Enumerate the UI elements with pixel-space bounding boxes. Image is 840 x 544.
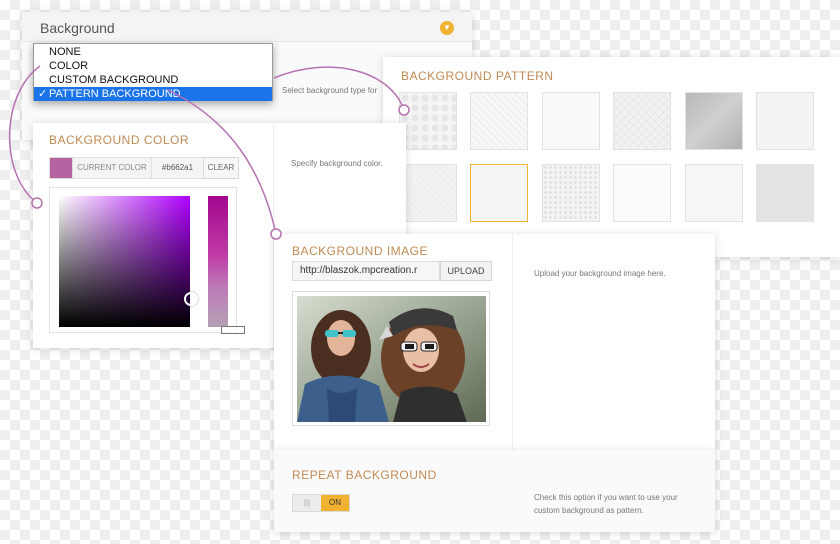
pattern-tile-diagonal-lines-pattern[interactable] <box>470 92 528 150</box>
background-panel-header[interactable]: Background ▼ <box>22 12 472 42</box>
pattern-tile-crosshatch-pattern[interactable] <box>613 92 671 150</box>
repeat-hint-line-2: custom background as pattern. <box>534 506 644 515</box>
dropdown-option-custom-background[interactable]: CUSTOM BACKGROUND <box>34 73 272 87</box>
check-icon: ✓ <box>38 88 48 100</box>
current-color-label: CURRENT COLOR <box>73 157 151 179</box>
dropdown-option-none[interactable]: NONE <box>34 45 272 59</box>
color-picker-handle[interactable] <box>184 292 198 306</box>
chevron-down-icon[interactable]: ▼ <box>440 21 454 35</box>
image-panel: BACKGROUND IMAGE http://blaszok.mpcreati… <box>274 234 715 450</box>
saturation-brightness-square[interactable] <box>59 196 190 327</box>
repeat-panel-title: REPEAT BACKGROUND <box>292 468 437 482</box>
dropdown-option-pattern-background[interactable]: ✓ PATTERN BACKGROUND <box>34 87 272 101</box>
pattern-tile-dotted-grid-pattern[interactable] <box>542 164 600 222</box>
background-image-preview <box>297 296 486 422</box>
pattern-tile-plain-white-pattern[interactable] <box>613 164 671 222</box>
upload-button[interactable]: UPLOAD <box>440 261 492 281</box>
pattern-tile-circles-pattern[interactable] <box>399 92 457 150</box>
repeat-hint: Check this option if you want to use you… <box>534 491 704 517</box>
clear-button[interactable]: CLEAR <box>203 157 239 179</box>
photo-illustration <box>297 296 486 422</box>
toggle-off-grip[interactable]: ||| <box>293 495 321 511</box>
hue-slider-handle[interactable] <box>221 326 245 334</box>
option-label: PATTERN BACKGROUND <box>49 88 181 100</box>
pattern-tile-fine-weave-pattern[interactable] <box>470 164 528 222</box>
color-hint: Specify background color. <box>291 159 383 168</box>
pattern-tile-gray-noise-pattern[interactable] <box>756 164 814 222</box>
pattern-panel: BACKGROUND PATTERN <box>383 57 840 257</box>
toggle-on-label[interactable]: ON <box>321 495 349 511</box>
image-url-input[interactable]: http://blaszok.mpcreation.r <box>292 261 440 281</box>
dropdown-option-color[interactable]: COLOR <box>34 59 272 73</box>
image-hint: Upload your background image here. <box>534 269 666 278</box>
background-type-dropdown[interactable]: NONE COLOR CUSTOM BACKGROUND ✓ PATTERN BA… <box>33 43 273 101</box>
repeat-hint-line-1: Check this option if you want to use you… <box>534 493 678 502</box>
color-picker <box>49 187 245 334</box>
pattern-panel-title: BACKGROUND PATTERN <box>401 69 554 83</box>
option-label: CUSTOM BACKGROUND <box>49 74 179 86</box>
current-color-swatch[interactable] <box>49 157 73 179</box>
color-panel-title: BACKGROUND COLOR <box>49 133 190 147</box>
image-preview-frame <box>292 291 490 426</box>
pattern-tile-plain-light-pattern[interactable] <box>542 92 600 150</box>
hex-color-field[interactable]: #b662a1 <box>151 157 203 179</box>
pattern-tile-pinstripe-pattern[interactable] <box>685 164 743 222</box>
pattern-tile-soft-noise-pattern[interactable] <box>756 92 814 150</box>
hue-slider[interactable] <box>208 196 228 327</box>
pattern-tile-dark-triangles-pattern[interactable] <box>685 92 743 150</box>
divider <box>512 234 513 450</box>
option-label: COLOR <box>49 60 89 72</box>
repeat-panel: REPEAT BACKGROUND ||| ON Check this opti… <box>274 450 715 532</box>
image-panel-title: BACKGROUND IMAGE <box>292 244 429 258</box>
background-panel-title: Background <box>40 20 115 36</box>
repeat-toggle[interactable]: ||| ON <box>292 494 350 512</box>
option-label: NONE <box>49 46 81 58</box>
pattern-tile-linen-pattern[interactable] <box>399 164 457 222</box>
